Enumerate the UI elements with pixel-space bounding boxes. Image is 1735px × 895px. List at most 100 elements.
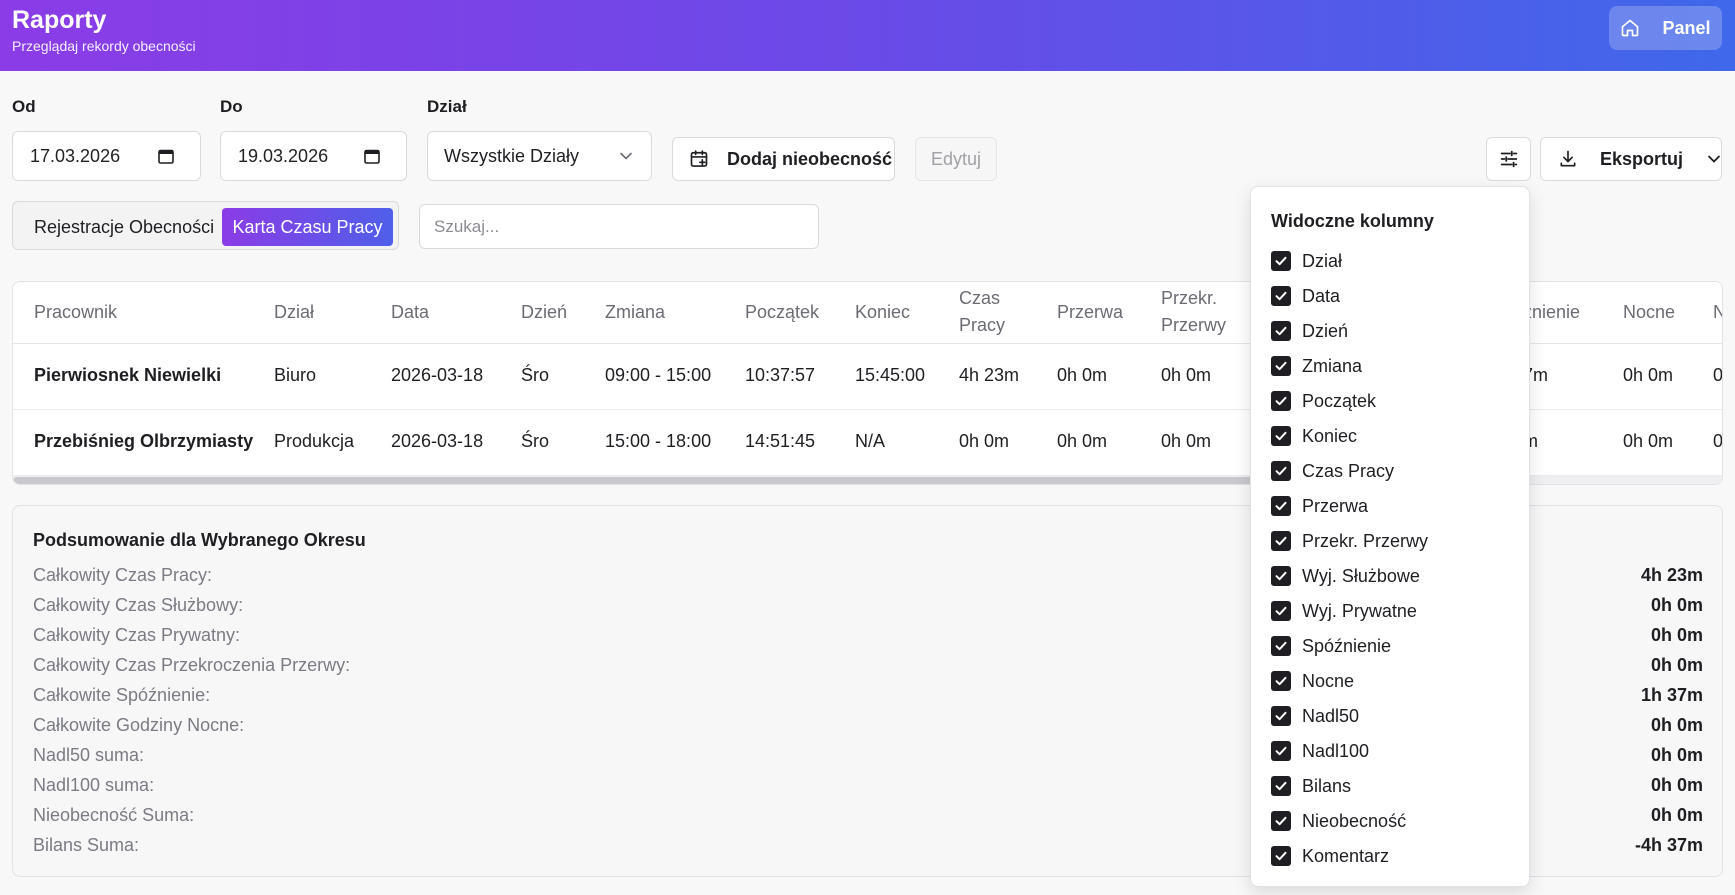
cell-start: 14:51:45 <box>745 431 816 451</box>
column-option-label: Spóźnienie <box>1302 635 1392 656</box>
column-settings-button[interactable] <box>1486 137 1531 181</box>
checkbox[interactable] <box>1271 356 1291 376</box>
tab-attendance-records[interactable]: Rejestracje Obecności <box>22 208 226 246</box>
column-option-label: Przekr. Przerwy <box>1302 530 1429 551</box>
column-header[interactable]: Nocne <box>1623 299 1675 326</box>
column-header[interactable]: Zmiana <box>605 299 665 326</box>
column-header[interactable]: Dział <box>274 299 314 326</box>
checkbox[interactable] <box>1271 496 1291 516</box>
check-icon <box>1275 641 1287 651</box>
column-option[interactable]: Nieobecność <box>1271 808 1406 834</box>
sliders-icon <box>1500 150 1517 168</box>
checkbox[interactable] <box>1271 321 1291 341</box>
export-button[interactable]: Eksportuj <box>1540 137 1722 181</box>
cell-end: 15:45:00 <box>855 365 926 385</box>
checkbox[interactable] <box>1271 846 1291 866</box>
summary-value: 0h 0m <box>1650 625 1703 645</box>
scrollbar-thumb[interactable] <box>13 477 1253 484</box>
column-header[interactable]: Koniec <box>855 299 910 326</box>
edit-button[interactable]: Edytuj <box>915 137 997 181</box>
to-date-input[interactable]: 19.03.2026 <box>220 131 407 181</box>
edit-button-label: Edytuj <box>930 148 982 169</box>
calendar-icon[interactable] <box>364 148 380 164</box>
column-option-label: Nadl50 <box>1302 705 1360 726</box>
column-option[interactable]: Nadl50 <box>1271 703 1359 729</box>
from-date-input[interactable]: 17.03.2026 <box>12 131 201 181</box>
checkbox[interactable] <box>1271 776 1291 796</box>
page-subtitle: Przeglądaj rekordy obecności <box>12 38 196 54</box>
view-tabs: Rejestracje Obecności Karta Czasu Pracy <box>12 201 399 250</box>
calendar-plus-icon <box>690 150 708 167</box>
column-option[interactable]: Przerwa <box>1271 493 1368 519</box>
column-option-label: Zmiana <box>1302 355 1363 376</box>
column-header[interactable]: Czas Pracy <box>959 285 1019 339</box>
column-header[interactable]: Dzień <box>521 299 567 326</box>
to-label: Do <box>220 97 243 116</box>
checkbox[interactable] <box>1271 741 1291 761</box>
column-option[interactable]: Bilans <box>1271 773 1351 799</box>
chevron-down-icon <box>620 152 632 160</box>
column-option[interactable]: Koniec <box>1271 423 1357 449</box>
column-option[interactable]: Początek <box>1271 388 1376 414</box>
department-select-value: Wszystkie Działy <box>444 145 580 166</box>
home-icon <box>1622 19 1639 37</box>
search-input[interactable] <box>419 204 819 249</box>
checkbox[interactable] <box>1271 811 1291 831</box>
column-option[interactable]: Wyj. Prywatne <box>1271 598 1417 624</box>
cell-break-overrun: 0h 0m <box>1161 431 1212 451</box>
to-date-value: 19.03.2026 <box>238 145 329 166</box>
column-option[interactable]: Dział <box>1271 248 1342 274</box>
panel-button-label: Panel <box>1662 17 1711 38</box>
column-option[interactable]: Nocne <box>1271 668 1354 694</box>
checkbox[interactable] <box>1271 391 1291 411</box>
column-header[interactable]: Przerwa <box>1057 299 1123 326</box>
cell-break-overrun: 0h 0m <box>1161 365 1212 385</box>
department-select[interactable]: Wszystkie Działy <box>427 131 652 181</box>
checkbox[interactable] <box>1271 671 1291 691</box>
column-option[interactable]: Spóźnienie <box>1271 633 1391 659</box>
calendar-icon[interactable] <box>158 148 174 164</box>
summary-value: 0h 0m <box>1650 655 1703 675</box>
panel-button[interactable]: Panel <box>1609 6 1722 50</box>
summary-value: 0h 0m <box>1650 805 1703 825</box>
checkbox[interactable] <box>1271 286 1291 306</box>
column-option[interactable]: Zmiana <box>1271 353 1362 379</box>
checkbox[interactable] <box>1271 461 1291 481</box>
column-option[interactable]: Przekr. Przerwy <box>1271 528 1428 554</box>
check-icon <box>1275 606 1287 616</box>
checkbox[interactable] <box>1271 601 1291 621</box>
checkbox[interactable] <box>1271 636 1291 656</box>
column-option[interactable]: Komentarz <box>1271 843 1389 869</box>
summary-label: Całkowity Czas Służbowy: <box>33 595 244 615</box>
cell-work-time: 0h 0m <box>959 431 1010 451</box>
column-option[interactable]: Data <box>1271 283 1340 309</box>
column-header[interactable]: Przekr. Przerwy <box>1161 285 1241 339</box>
check-icon <box>1275 536 1287 546</box>
column-option-label: Początek <box>1302 390 1377 411</box>
column-header[interactable]: Początek <box>745 299 819 326</box>
column-header[interactable]: źnienie <box>1523 299 1580 326</box>
summary-label: Całkowity Czas Przekroczenia Przerwy: <box>33 655 351 675</box>
column-header[interactable]: Pracownik <box>34 299 117 326</box>
download-icon <box>1560 150 1576 167</box>
visible-columns-menu: Widoczne kolumny Dział Data Dzień Zmiana Poc… <box>1250 186 1530 887</box>
summary-title: Podsumowanie dla Wybranego Okresu <box>33 530 366 550</box>
checkbox[interactable] <box>1271 251 1291 271</box>
from-label: Od <box>12 97 36 116</box>
checkbox[interactable] <box>1271 426 1291 446</box>
column-option[interactable]: Nadl100 <box>1271 738 1369 764</box>
column-option[interactable]: Czas Pracy <box>1271 458 1394 484</box>
add-absence-button[interactable]: Dodaj nieobecność <box>672 137 895 181</box>
chevron-down-icon <box>1708 155 1720 163</box>
column-header[interactable]: Data <box>391 299 429 326</box>
column-option[interactable]: Dzień <box>1271 318 1348 344</box>
checkbox[interactable] <box>1271 531 1291 551</box>
app-header: Raporty Przeglądaj rekordy obecności Pan… <box>0 0 1735 71</box>
column-header[interactable]: N <box>1713 299 1722 326</box>
tab-timesheet[interactable]: Karta Czasu Pracy <box>222 208 393 246</box>
column-option[interactable]: Wyj. Służbowe <box>1271 563 1420 589</box>
checkbox[interactable] <box>1271 706 1291 726</box>
checkbox[interactable] <box>1271 566 1291 586</box>
summary-label: Całkowite Spóźnienie: <box>33 685 211 705</box>
cell-break: 0h 0m <box>1057 365 1108 385</box>
